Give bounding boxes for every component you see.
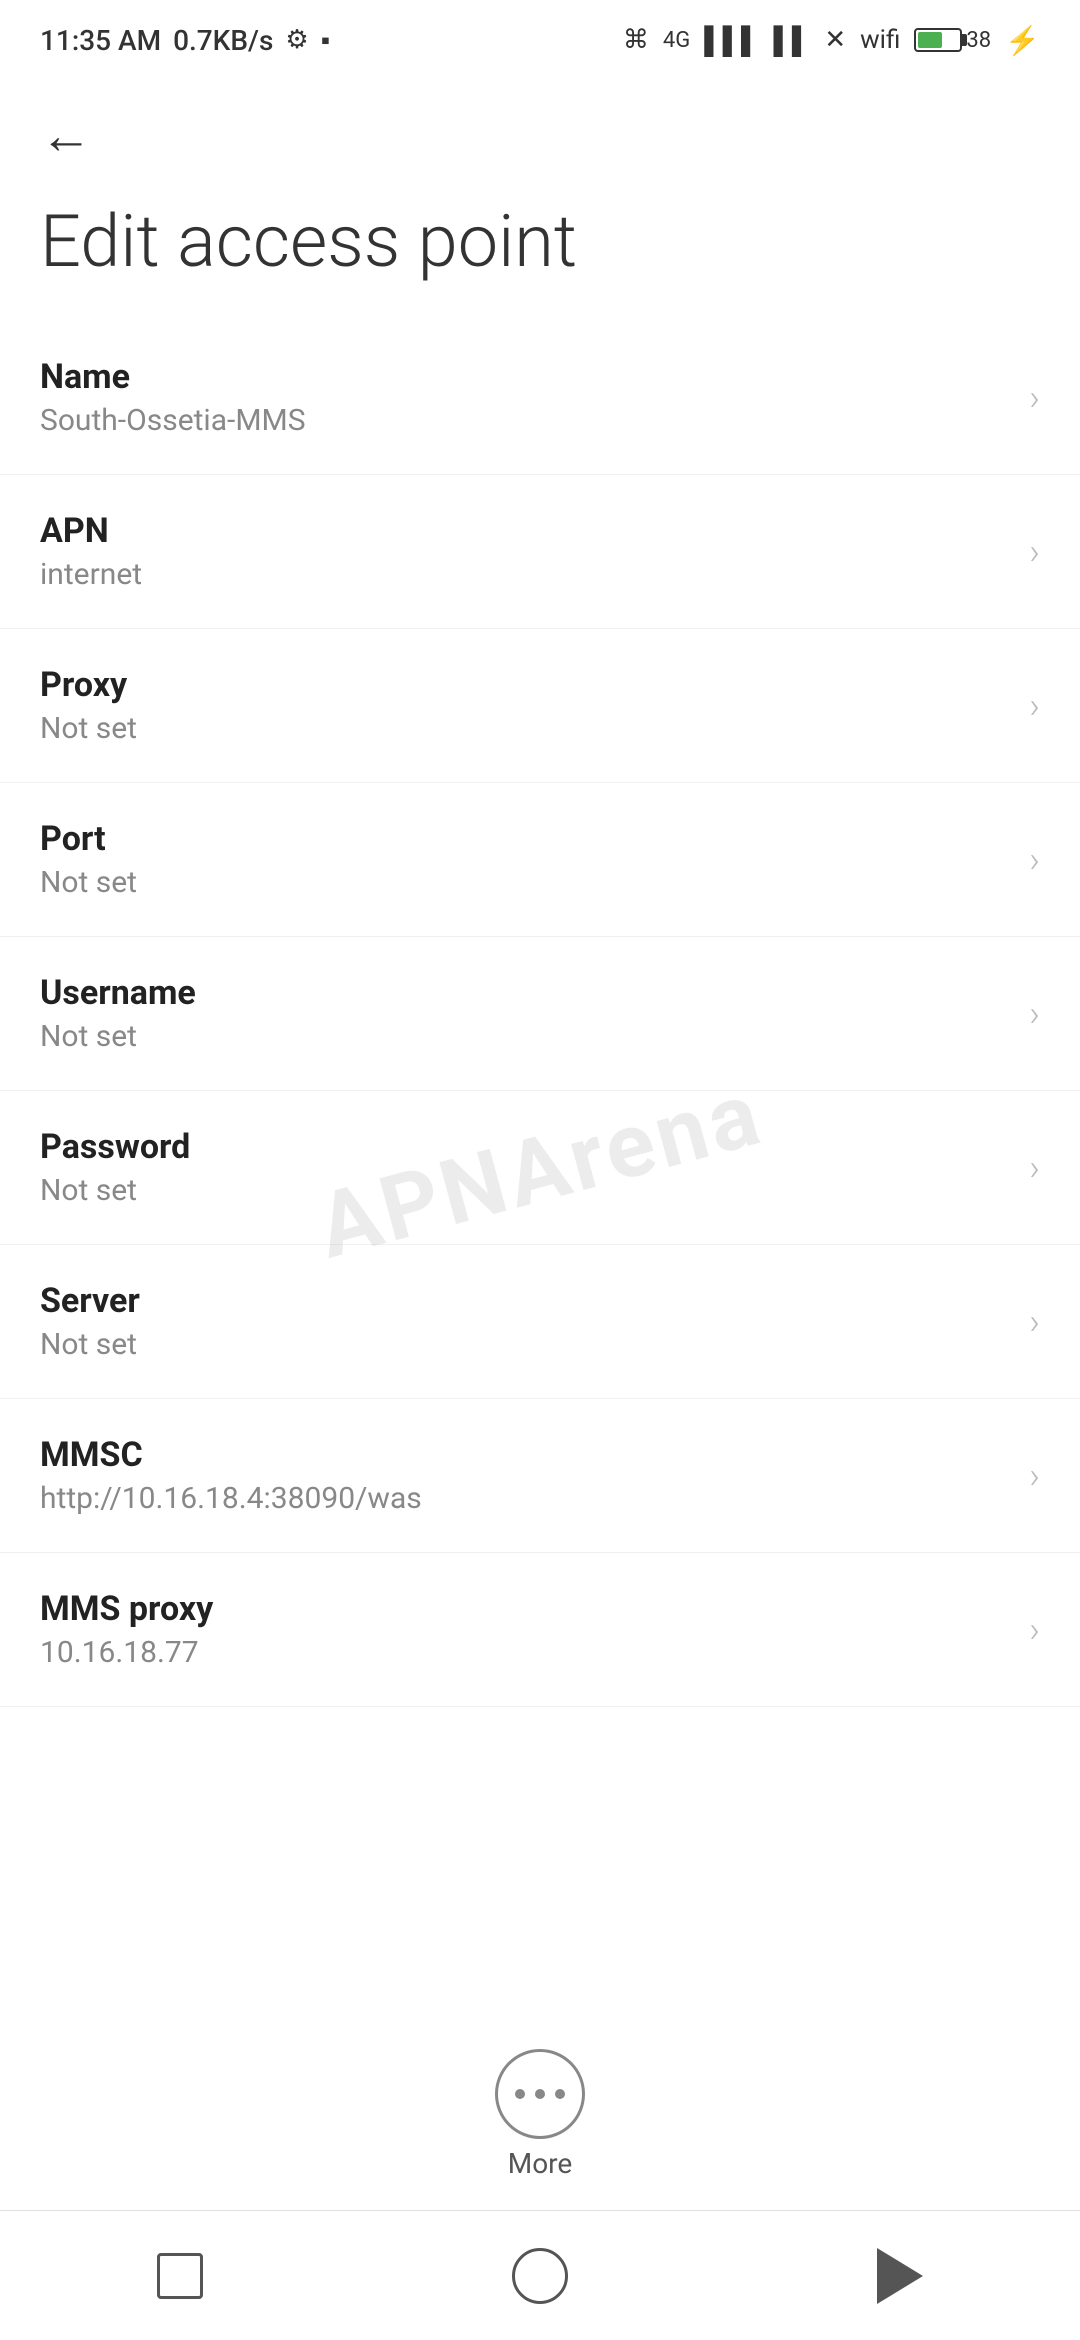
settings-value-1: internet: [40, 557, 1009, 592]
status-bar: 11:35 AM 0.7KB/s ⚙ ▪ ⌘ 4G ▌▌▌ ▌▌ ✕ wifi …: [0, 0, 1080, 80]
settings-item-content-1: APN internet: [40, 511, 1009, 592]
chevron-right-icon-0: ›: [1029, 377, 1040, 419]
more-label: More: [508, 2147, 573, 2180]
back-icon: [877, 2248, 923, 2304]
settings-item-content-5: Password Not set: [40, 1127, 1009, 1208]
more-circle-icon: [495, 2049, 585, 2139]
back-button[interactable]: ←: [40, 105, 92, 166]
settings-value-3: Not set: [40, 865, 1009, 900]
signal-bars-2-icon: ▌▌: [773, 25, 810, 56]
settings-item-proxy[interactable]: Proxy Not set ›: [0, 629, 1080, 783]
network-speed: 0.7KB/s: [173, 24, 273, 57]
settings-value-5: Not set: [40, 1173, 1009, 1208]
status-right: ⌘ 4G ▌▌▌ ▌▌ ✕ wifi 38 ⚡: [623, 24, 1040, 57]
settings-value-0: South-Ossetia-MMS: [40, 403, 1009, 438]
settings-label-7: MMSC: [40, 1435, 1009, 1475]
battery-indicator: 38: [914, 28, 991, 53]
more-button[interactable]: More: [495, 2049, 585, 2180]
settings-icon: ⚙: [285, 25, 308, 55]
settings-item-content-3: Port Not set: [40, 819, 1009, 900]
settings-item-content-2: Proxy Not set: [40, 665, 1009, 746]
settings-item-mmsc[interactable]: MMSC http://10.16.18.4:38090/was ›: [0, 1399, 1080, 1553]
top-navigation: ←: [0, 80, 1080, 182]
recents-icon: [157, 2253, 203, 2299]
chevron-right-icon-6: ›: [1029, 1301, 1040, 1343]
settings-label-3: Port: [40, 819, 1009, 859]
page-title: Edit access point: [0, 182, 1080, 321]
charging-icon: ⚡: [1005, 24, 1040, 57]
home-button[interactable]: [500, 2236, 580, 2316]
settings-item-content-6: Server Not set: [40, 1281, 1009, 1362]
settings-list: Name South-Ossetia-MMS › APN internet › Proxy N…: [0, 321, 1080, 1707]
signal-x-icon: ✕: [824, 25, 846, 55]
recents-button[interactable]: [140, 2236, 220, 2316]
chevron-right-icon-3: ›: [1029, 839, 1040, 881]
settings-label-0: Name: [40, 357, 1009, 397]
time-display: 11:35 AM: [40, 24, 161, 57]
chevron-right-icon-1: ›: [1029, 531, 1040, 573]
settings-label-8: MMS proxy: [40, 1589, 1009, 1629]
settings-item-server[interactable]: Server Not set ›: [0, 1245, 1080, 1399]
video-icon: ▪: [321, 25, 330, 56]
settings-value-2: Not set: [40, 711, 1009, 746]
signal-4g-icon: 4G: [663, 28, 690, 53]
bottom-navigation-bar: [0, 2210, 1080, 2340]
chevron-right-icon-8: ›: [1029, 1609, 1040, 1651]
settings-item-apn[interactable]: APN internet ›: [0, 475, 1080, 629]
settings-label-1: APN: [40, 511, 1009, 551]
settings-item-content-0: Name South-Ossetia-MMS: [40, 357, 1009, 438]
settings-item-content-7: MMSC http://10.16.18.4:38090/was: [40, 1435, 1009, 1516]
settings-value-7: http://10.16.18.4:38090/was: [40, 1481, 1009, 1516]
settings-item-content-4: Username Not set: [40, 973, 1009, 1054]
settings-item-mms-proxy[interactable]: MMS proxy 10.16.18.77 ›: [0, 1553, 1080, 1707]
more-dots-icon: [515, 2089, 565, 2099]
back-nav-button[interactable]: [860, 2236, 940, 2316]
settings-item-port[interactable]: Port Not set ›: [0, 783, 1080, 937]
chevron-right-icon-5: ›: [1029, 1147, 1040, 1189]
settings-value-8: 10.16.18.77: [40, 1635, 1009, 1670]
settings-label-5: Password: [40, 1127, 1009, 1167]
settings-item-name[interactable]: Name South-Ossetia-MMS ›: [0, 321, 1080, 475]
bluetooth-icon: ⌘: [623, 25, 649, 55]
home-icon: [512, 2248, 568, 2304]
settings-value-6: Not set: [40, 1327, 1009, 1362]
settings-label-2: Proxy: [40, 665, 1009, 705]
chevron-right-icon-7: ›: [1029, 1455, 1040, 1497]
settings-item-content-8: MMS proxy 10.16.18.77: [40, 1589, 1009, 1670]
wifi-icon: wifi: [860, 25, 900, 55]
signal-bars-icon: ▌▌▌: [704, 25, 759, 56]
chevron-right-icon-2: ›: [1029, 685, 1040, 727]
chevron-right-icon-4: ›: [1029, 993, 1040, 1035]
settings-label-4: Username: [40, 973, 1009, 1013]
status-left: 11:35 AM 0.7KB/s ⚙ ▪: [40, 24, 330, 57]
settings-value-4: Not set: [40, 1019, 1009, 1054]
settings-item-password[interactable]: Password Not set ›: [0, 1091, 1080, 1245]
settings-label-6: Server: [40, 1281, 1009, 1321]
battery-percent: 38: [966, 28, 991, 53]
settings-item-username[interactable]: Username Not set ›: [0, 937, 1080, 1091]
